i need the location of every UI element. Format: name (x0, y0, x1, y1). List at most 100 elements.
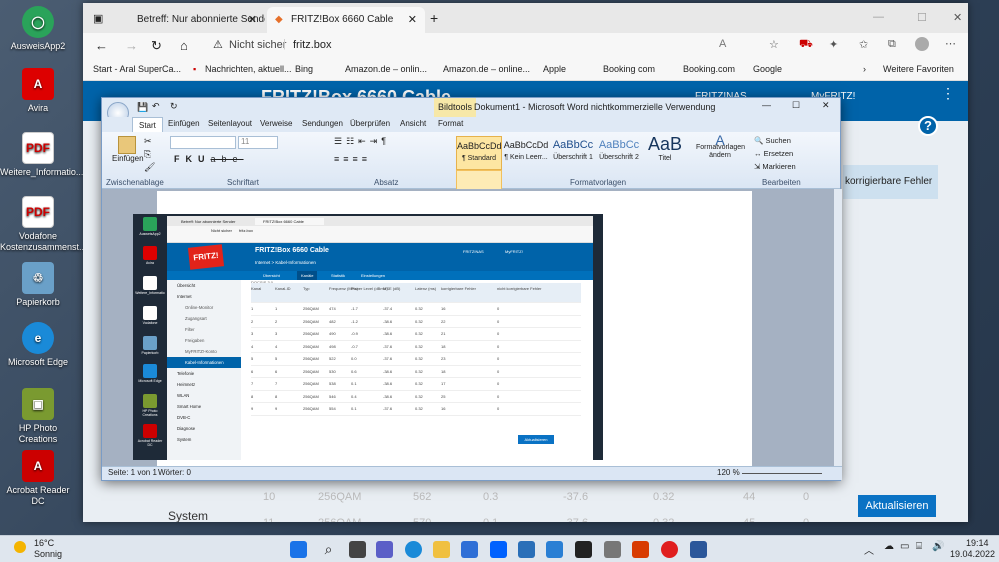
tab-ansicht[interactable]: Ansicht (400, 119, 426, 128)
cut-icon[interactable]: ✂ (144, 136, 152, 147)
fav-amazon-2[interactable]: Amazon.de – online... (443, 64, 530, 74)
change-styles-button[interactable]: A Formatvorlagen ändern (696, 133, 745, 160)
explorer-icon[interactable] (433, 541, 450, 558)
back-icon[interactable]: ← (95, 38, 108, 53)
fav-more[interactable]: Weitere Favoriten (883, 64, 954, 74)
save-icon[interactable]: 💾 (137, 102, 148, 113)
desktop-icon-edge[interactable]: e Microsoft Edge (0, 322, 76, 368)
forward-icon[interactable]: → (125, 38, 138, 53)
tab-verweise[interactable]: Verweise (260, 119, 292, 128)
weather-sun-icon[interactable] (14, 541, 26, 553)
font-format-buttons[interactable]: FKUabe (174, 154, 244, 164)
tab-sendungen[interactable]: Sendungen (302, 119, 343, 128)
list-buttons[interactable]: ☰☷⇤⇥¶ (334, 136, 390, 147)
desktop-icon-papierkorb[interactable]: ♲ Papierkorb (0, 262, 76, 308)
fav-google[interactable]: Google (753, 64, 782, 74)
edge-icon[interactable] (405, 541, 422, 558)
fav-bing[interactable]: Bing (295, 64, 313, 74)
format-painter-icon[interactable]: 🖌 (144, 162, 155, 173)
select-button[interactable]: ⇲ Markieren (754, 160, 796, 173)
copy-icon[interactable]: ⎘ (144, 149, 151, 160)
replace-button[interactable]: ↔ Ersetzen (754, 147, 796, 160)
style-ueberschrift-2[interactable]: AaBbCc Überschrift 2 (596, 136, 642, 170)
context-tab-bildtools[interactable]: Bildtools (434, 98, 477, 117)
weather-desc[interactable]: Sonnig (34, 549, 62, 559)
read-aloud-icon[interactable]: A (719, 38, 726, 50)
home-icon[interactable]: ⌂ (180, 38, 188, 53)
clock-date[interactable]: 19.04.2022 (950, 549, 995, 559)
undo-icon[interactable]: ↶ (152, 101, 160, 112)
close-tab-icon[interactable]: ✕ (248, 7, 257, 33)
maximize-icon[interactable]: ☐ (792, 100, 800, 111)
clock-time[interactable]: 19:14 (966, 538, 989, 548)
store-icon[interactable] (461, 541, 478, 558)
tray-chevron-icon[interactable]: ︿ (864, 542, 874, 557)
chat-icon[interactable] (376, 541, 393, 558)
close-tab-icon[interactable]: ✕ (408, 7, 417, 33)
find-button[interactable]: 🔍 Suchen (754, 134, 796, 147)
fav-booking-1[interactable]: Booking com (603, 64, 655, 74)
close-icon[interactable]: ✕ (822, 100, 830, 111)
fav-apple[interactable]: Apple (543, 64, 566, 74)
chevron-right-icon[interactable]: › (863, 64, 866, 74)
maximize-icon[interactable]: ☐ (917, 11, 927, 24)
redo-icon[interactable]: ↻ (170, 101, 178, 112)
fav-booking-2[interactable]: Booking.com (683, 64, 735, 74)
weather-temp[interactable]: 16°C (34, 538, 54, 548)
browser-tab-mail[interactable]: Betreff: Nur abonnierte Sender m✕ (113, 7, 265, 33)
office-icon[interactable] (632, 541, 649, 558)
display-icon[interactable]: ▭ (900, 541, 909, 552)
minimize-icon[interactable]: — (873, 11, 884, 23)
tab-format[interactable]: Format (438, 119, 463, 128)
zoom-slider[interactable] (742, 473, 822, 474)
profile-avatar[interactable] (915, 37, 929, 51)
style-titel[interactable]: AaB Titel (642, 134, 688, 170)
photos-icon[interactable] (604, 541, 621, 558)
alignment-buttons[interactable]: ≡≡≡≡ (334, 154, 371, 164)
app-icon[interactable] (518, 541, 535, 558)
refresh-icon[interactable]: ↻ (151, 38, 162, 54)
font-size-field[interactable]: 11 (238, 136, 278, 149)
more-menu-icon[interactable]: ⋯ (945, 37, 956, 50)
desktop-icon-avira[interactable]: A Avira (0, 68, 76, 114)
start-icon[interactable] (290, 541, 307, 558)
tab-start[interactable]: Start (132, 117, 163, 132)
style-kein-leerraum[interactable]: AaBbCcDd ¶ Kein Leerr... (503, 136, 549, 170)
update-button[interactable]: Aktualisieren (858, 495, 936, 517)
extensions-icon[interactable]: ✦ (829, 38, 838, 51)
media-icon[interactable] (575, 541, 592, 558)
word-icon[interactable] (690, 541, 707, 558)
browser-tab-fritzbox[interactable]: ◆ FRITZ!Box 6660 Cable ✕ (267, 7, 425, 33)
tab-ueberpruefen[interactable]: Überprüfen (350, 119, 390, 128)
style-ueberschrift-1[interactable]: AaBbCc Überschrift 1 (550, 136, 596, 170)
tab-actions-icon[interactable]: ▣ (93, 12, 103, 25)
menu-dots-icon[interactable]: ⋮ (941, 85, 955, 102)
desktop-icon-ausweisapp2[interactable]: ◯ AusweisApp2 (0, 6, 76, 52)
opera-icon[interactable] (661, 541, 678, 558)
close-window-icon[interactable]: ✕ (953, 11, 962, 24)
minimize-icon[interactable]: — (762, 100, 771, 110)
fav-aral[interactable]: Start - Aral SuperCa... (93, 64, 181, 74)
vertical-scrollbar[interactable] (834, 189, 842, 468)
cart-icon[interactable]: ⛟ (799, 38, 813, 52)
style-standard[interactable]: AaBbCcDd ¶ Standard (456, 136, 502, 170)
mail-icon[interactable] (546, 541, 563, 558)
collections-icon[interactable]: ⧉ (888, 38, 896, 51)
favorite-star-icon[interactable]: ☆ (769, 38, 779, 51)
favorites-icon[interactable]: ✩ (859, 38, 868, 51)
desktop-icon-hp-photo[interactable]: ▣ HP Photo Creations (0, 388, 76, 445)
task-view-icon[interactable] (349, 541, 366, 558)
tab-einfuegen[interactable]: Einfügen (168, 119, 200, 128)
tab-seitenlayout[interactable]: Seitenlayout (208, 119, 252, 128)
embedded-screenshot[interactable]: AusweisApp2 Avira Weitere_Informatio Vod… (133, 214, 603, 460)
url-field[interactable]: fritz.box (293, 39, 332, 51)
desktop-icon-vodafone[interactable]: PDF Vodafone Kostenzusammenst... (0, 196, 87, 253)
paste-button[interactable]: Einfügen (112, 136, 144, 163)
fav-nachrichten[interactable]: ▪ Nachrichten, aktuell... (193, 64, 292, 74)
security-label[interactable]: Nicht sicher (229, 39, 286, 51)
dropbox-icon[interactable] (490, 541, 507, 558)
network-icon[interactable]: ⌸ (916, 541, 922, 552)
sidebar-system[interactable]: System (168, 509, 208, 522)
desktop-icon-acrobat[interactable]: A Acrobat Reader DC (0, 450, 76, 507)
new-tab-icon[interactable]: + (430, 10, 438, 26)
